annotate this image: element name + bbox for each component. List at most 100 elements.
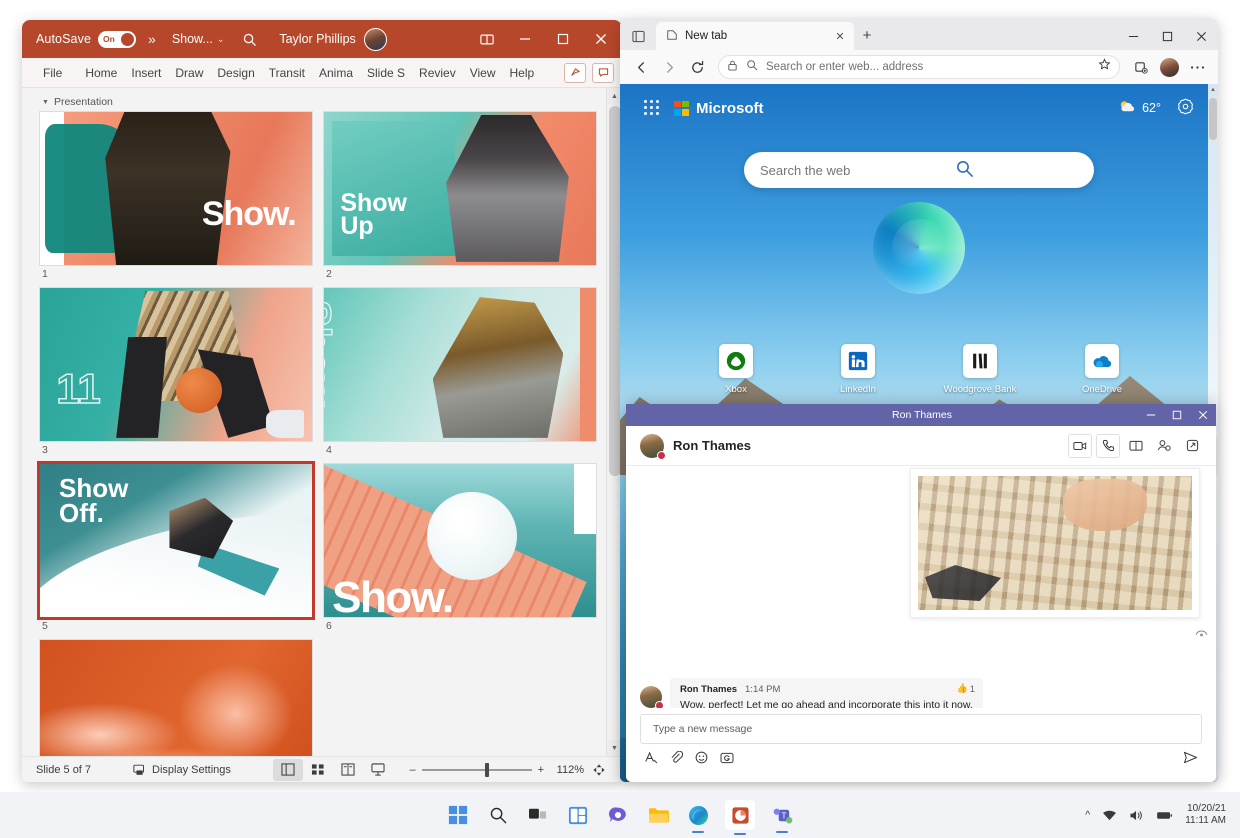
shortcut-tile-xbox[interactable]: Xbox [706,344,766,395]
system-tray[interactable]: ^ 10/20/21 11:11 AM [1085,803,1226,828]
forward-arrow-icon[interactable] [656,54,682,80]
ribbon-tab-review[interactable]: Reviev [412,58,463,88]
ribbon-tab-transitions[interactable]: Transit [262,58,312,88]
scrollbar-thumb[interactable] [1209,98,1217,140]
share-screen-icon[interactable] [1124,434,1148,458]
slide-thumbnail-1[interactable]: Show. 1 [40,112,312,280]
teams-chat-window[interactable]: Ron Thames Ron Thames Ron Thames 1:14 PM… [626,404,1216,782]
ribbon-tab-slideshow[interactable]: Slide S [360,58,412,88]
avatar[interactable] [363,27,387,51]
app-launcher-icon[interactable] [644,100,660,116]
microsoft-logo[interactable]: Microsoft [674,100,764,117]
message-bubble[interactable]: Ron Thames 1:14 PM Wow, perfect! Let me … [670,678,983,708]
user-name[interactable]: Taylor Phillips [279,32,355,46]
minimize-button[interactable] [506,20,544,58]
compose-toolbar[interactable] [640,744,1202,769]
giphy-icon[interactable] [720,751,734,769]
add-people-icon[interactable] [1152,434,1176,458]
powerpoint-button[interactable] [725,800,755,835]
collections-icon[interactable] [1128,54,1154,80]
refresh-icon[interactable] [684,54,710,80]
avatar[interactable] [640,433,666,460]
browser-tab[interactable]: New tab ✕ [656,22,854,50]
teams-message-list[interactable]: Ron Thames 1:14 PM Wow, perfect! Let me … [626,466,1216,708]
search-icon[interactable] [955,159,1078,181]
shortcut-tile-linkedin[interactable]: LinkedIn [828,344,888,395]
format-icon[interactable] [644,751,658,769]
quick-access-more-icon[interactable]: » [148,31,156,47]
slideshow-icon[interactable] [363,759,393,781]
slide-counter[interactable]: Slide 5 of 7 [36,764,91,776]
share-icon[interactable] [564,62,586,83]
show-hidden-icons-chevron[interactable]: ^ [1085,809,1090,821]
search-input[interactable]: Search or enter web... address [766,61,1090,73]
chat-message[interactable]: Ron Thames 1:14 PM Wow, perfect! Let me … [640,678,983,708]
attach-icon[interactable] [670,750,684,769]
slide-thumbnail-4[interactable]: Show 4 [324,288,596,456]
message-attachment-image[interactable] [910,468,1200,618]
send-icon[interactable] [1183,751,1198,769]
slide-thumbnail-5[interactable]: Show Off. 5 [40,464,312,632]
autosave-toggle[interactable]: On [98,30,137,48]
file-explorer-button[interactable] [645,802,671,828]
ribbon-tab-help[interactable]: Help [503,58,542,88]
maximize-button[interactable] [544,20,582,58]
thumbnail-list[interactable]: Show. 1 Show Up 2 11 3 Show 4 Show Off. … [22,112,606,756]
display-settings-button[interactable]: Display Settings [133,764,231,776]
more-options-icon[interactable] [1184,54,1210,80]
shortcut-tile-onedrive[interactable]: OneDrive [1072,344,1132,395]
zoom-track[interactable] [421,762,532,777]
shortcut-tile-woodgrove-bank[interactable]: Woodgrove Bank [944,344,1016,395]
ribbon-tab-insert[interactable]: Insert [124,58,168,88]
slide-thumbnail-2[interactable]: Show Up 2 [324,112,596,280]
zoom-handle[interactable] [484,762,489,777]
weather-widget[interactable]: 62° [1118,99,1161,117]
address-bar[interactable]: Search or enter web... address [718,55,1120,79]
selected-slide[interactable]: Show Off. [40,464,312,617]
search-icon[interactable] [242,32,257,47]
widgets-button[interactable] [565,802,591,828]
fit-to-window-icon[interactable] [584,759,614,781]
scrollbar-thumb[interactable] [608,106,621,476]
edge-button[interactable] [685,802,711,833]
ribbon-tab-design[interactable]: Design [210,58,261,88]
lock-icon[interactable] [727,58,738,76]
slide-thumbnail-6[interactable]: Show. 6 [324,464,596,632]
avatar[interactable] [640,686,664,708]
teams-button[interactable]: T [769,802,795,833]
maximize-button[interactable] [1150,22,1184,50]
zoom-level[interactable]: 112% [550,764,584,776]
audio-call-icon[interactable] [1096,433,1120,458]
slide-sorter-icon[interactable] [303,759,333,781]
emoji-icon[interactable] [695,751,708,769]
back-arrow-icon[interactable] [628,54,654,80]
task-view-button[interactable] [525,802,551,828]
message-input[interactable]: Type a new message [640,714,1202,744]
battery-icon[interactable] [1156,810,1173,821]
chat-button[interactable] [605,802,631,828]
minimize-button[interactable] [1138,404,1164,426]
scroll-up-arrow-icon[interactable]: ▲ [1208,84,1218,96]
comments-icon[interactable] [592,62,614,83]
message-reaction[interactable]: 👍 1 [957,683,975,694]
presentation-section-header[interactable]: ▼ Presentation [22,88,622,114]
reading-view-icon[interactable] [333,759,363,781]
chevron-down-icon[interactable]: ⌄ [217,34,225,45]
close-tab-icon[interactable]: ✕ [832,28,848,44]
close-button[interactable] [1184,22,1218,50]
ribbon-tab-home[interactable]: Home [78,58,124,88]
maximize-button[interactable] [1164,404,1190,426]
slide-thumbnail-3[interactable]: 11 3 [40,288,312,456]
edge-toolbar[interactable]: Search or enter web... address [620,50,1218,84]
normal-view-icon[interactable] [272,758,303,781]
powerpoint-window[interactable]: AutoSave On » Show... ⌄ Taylor Phillips … [22,20,622,782]
tab-search-icon[interactable] [624,22,652,50]
popout-icon[interactable] [1180,434,1204,458]
profile-avatar[interactable] [1156,54,1182,80]
shortcut-tiles[interactable]: Xbox LinkedIn Woodgrove Bank OneDrive [620,344,1218,395]
new-tab-button[interactable]: + [854,22,880,48]
clock[interactable]: 10/20/21 11:11 AM [1185,803,1226,828]
page-settings-icon[interactable] [1177,98,1194,118]
chevron-down-icon[interactable]: ▼ [42,99,49,106]
search-input[interactable]: Search the web [760,163,955,178]
